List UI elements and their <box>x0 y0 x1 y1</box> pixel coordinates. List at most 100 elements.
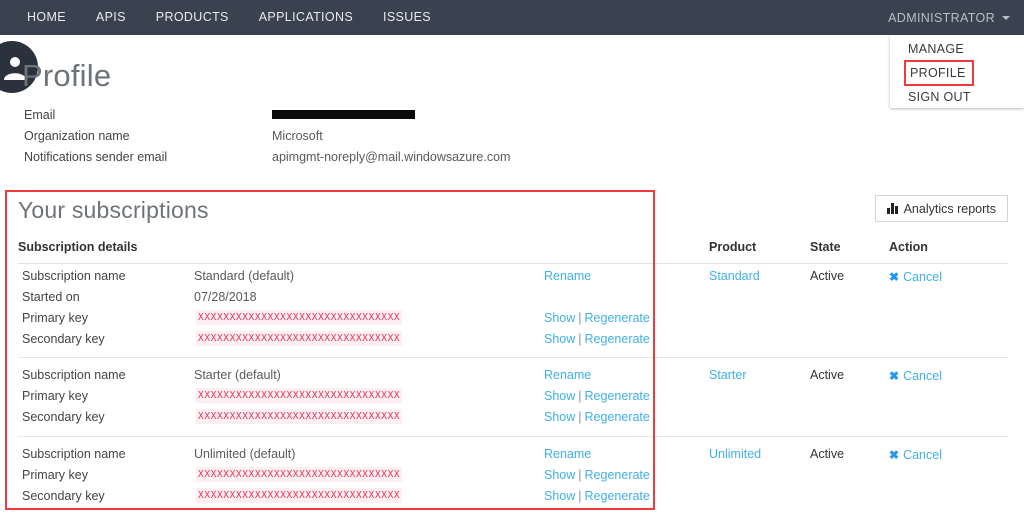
column-header-details: Subscription details <box>18 240 138 254</box>
label-subscription-name: Subscription name <box>22 368 126 382</box>
subscription-detail-line: Primary key XXXXXXXXXXXXXXXXXXXXXXXXXXXXX… <box>0 310 1024 332</box>
product-link[interactable]: Unlimited <box>709 447 761 461</box>
subscription-link-group: Show | Regenerate <box>544 311 650 325</box>
bar-chart-icon <box>887 203 898 214</box>
show-primary-key-link[interactable]: Show <box>544 389 575 403</box>
cancel-subscription-link[interactable]: ✖ Cancel <box>889 270 942 284</box>
subscription-detail-line: Subscription name Starter (default) Rename <box>0 368 1024 389</box>
redacted-email-bar <box>272 109 415 119</box>
value-secondary-key-masked: XXXXXXXXXXXXXXXXXXXXXXXXXXXXXXXX <box>196 409 403 424</box>
regenerate-primary-key-link[interactable]: Regenerate <box>585 389 650 403</box>
dropdown-item-manage[interactable]: MANAGE <box>890 38 1024 60</box>
subscriptions-table-header: Subscription details Product State Actio… <box>0 240 1024 262</box>
subscription-link-group: Show | Regenerate <box>544 389 650 403</box>
regenerate-secondary-key-link[interactable]: Regenerate <box>585 489 650 503</box>
row-divider <box>18 436 1008 437</box>
cancel-subscription-link[interactable]: ✖ Cancel <box>889 448 942 462</box>
profile-field-row: Email <box>24 104 724 125</box>
show-primary-key-link[interactable]: Show <box>544 311 575 325</box>
show-secondary-key-link[interactable]: Show <box>544 489 575 503</box>
chevron-down-icon <box>1002 15 1010 20</box>
close-x-icon: ✖ <box>889 270 900 284</box>
dropdown-item-sign-out-label: SIGN OUT <box>908 90 971 104</box>
label-started-on: Started on <box>22 290 80 304</box>
row-divider <box>18 357 1008 358</box>
link-separator: | <box>578 332 582 346</box>
close-x-icon: ✖ <box>889 448 900 462</box>
label-subscription-name: Subscription name <box>22 447 126 461</box>
column-header-state: State <box>810 240 841 254</box>
profile-field-row: Notifications sender email apimgmt-norepl… <box>24 146 724 167</box>
regenerate-primary-key-link[interactable]: Regenerate <box>585 311 650 325</box>
label-secondary-key: Secondary key <box>22 489 105 503</box>
label-primary-key: Primary key <box>22 468 88 482</box>
label-primary-key: Primary key <box>22 311 88 325</box>
show-secondary-key-link[interactable]: Show <box>544 410 575 424</box>
regenerate-primary-key-link[interactable]: Regenerate <box>585 468 650 482</box>
primary-nav-links: HOME APIS PRODUCTS APPLICATIONS ISSUES <box>12 0 446 35</box>
rename-link[interactable]: Rename <box>544 368 591 382</box>
dropdown-item-sign-out[interactable]: SIGN OUT <box>890 86 1024 108</box>
user-menu-label: ADMINISTRATOR <box>888 10 995 25</box>
cancel-subscription-link[interactable]: ✖ Cancel <box>889 369 942 383</box>
value-primary-key-masked: XXXXXXXXXXXXXXXXXXXXXXXXXXXXXXXX <box>196 310 403 325</box>
nav-issues[interactable]: ISSUES <box>368 0 446 35</box>
subscription-link-group: Show | Regenerate <box>544 332 650 346</box>
page-title: Profile <box>22 58 112 93</box>
column-header-action: Action <box>889 240 928 254</box>
cancel-label: Cancel <box>903 448 942 462</box>
value-subscription-name: Starter (default) <box>194 368 281 382</box>
subscription-detail-line: Secondary key XXXXXXXXXXXXXXXXXXXXXXXXXXX… <box>0 488 1024 510</box>
product-link[interactable]: Standard <box>709 269 760 283</box>
subscription-link-group: Show | Regenerate <box>544 489 650 503</box>
regenerate-secondary-key-link[interactable]: Regenerate <box>585 410 650 424</box>
subscription-detail-line: Primary key XXXXXXXXXXXXXXXXXXXXXXXXXXXXX… <box>0 467 1024 489</box>
rename-link[interactable]: Rename <box>544 447 591 461</box>
label-secondary-key: Secondary key <box>22 332 105 346</box>
link-separator: | <box>578 468 582 482</box>
subscription-link-group: Show | Regenerate <box>544 468 650 482</box>
value-secondary-key-masked: XXXXXXXXXXXXXXXXXXXXXXXXXXXXXXXX <box>196 488 403 503</box>
show-secondary-key-link[interactable]: Show <box>544 332 575 346</box>
link-separator: | <box>578 489 582 503</box>
state-value: Active <box>810 269 845 283</box>
dropdown-item-manage-label: MANAGE <box>908 42 964 56</box>
value-secondary-key-masked: XXXXXXXXXXXXXXXXXXXXXXXXXXXXXXXX <box>196 331 403 346</box>
profile-field-row: Organization name Microsoft <box>24 125 724 146</box>
subscriptions-heading: Your subscriptions <box>18 197 209 223</box>
profile-field-label: Email <box>24 107 56 122</box>
nav-products[interactable]: PRODUCTS <box>141 0 244 35</box>
analytics-reports-button[interactable]: Analytics reports <box>875 195 1008 222</box>
value-subscription-name: Unlimited (default) <box>194 447 296 461</box>
profile-field-label: Organization name <box>24 128 130 143</box>
product-link[interactable]: Starter <box>709 368 747 382</box>
column-header-product: Product <box>709 240 757 254</box>
user-menu-toggle[interactable]: ADMINISTRATOR <box>888 0 1010 35</box>
nav-applications[interactable]: APPLICATIONS <box>244 0 368 35</box>
subscription-detail-line: Started on 07/28/2018 <box>0 290 1024 311</box>
close-x-icon: ✖ <box>889 369 900 383</box>
regenerate-secondary-key-link[interactable]: Regenerate <box>585 332 650 346</box>
subscription-detail-line: Primary key XXXXXXXXXXXXXXXXXXXXXXXXXXXXX… <box>0 388 1024 410</box>
value-primary-key-masked: XXXXXXXXXXXXXXXXXXXXXXXXXXXXXXXX <box>196 467 403 482</box>
nav-home[interactable]: HOME <box>12 0 81 35</box>
subscription-detail-line: Subscription name Unlimited (default) Rena… <box>0 447 1024 468</box>
analytics-reports-label: Analytics reports <box>903 201 996 216</box>
rename-link[interactable]: Rename <box>544 269 591 283</box>
label-secondary-key: Secondary key <box>22 410 105 424</box>
cancel-label: Cancel <box>903 270 942 284</box>
subscription-detail-line: Secondary key XXXXXXXXXXXXXXXXXXXXXXXXXXX… <box>0 331 1024 353</box>
subscription-link-group: Show | Regenerate <box>544 410 650 424</box>
show-primary-key-link[interactable]: Show <box>544 468 575 482</box>
header-divider <box>18 263 1008 264</box>
dropdown-item-profile-label: PROFILE <box>910 66 966 80</box>
profile-field-value <box>272 108 415 122</box>
value-primary-key-masked: XXXXXXXXXXXXXXXXXXXXXXXXXXXXXXXX <box>196 388 403 403</box>
dropdown-item-profile[interactable]: PROFILE <box>904 60 974 86</box>
user-dropdown-menu: MANAGE PROFILE SIGN OUT <box>890 35 1024 108</box>
subscription-link-group: Rename <box>544 368 591 382</box>
profile-details-list: Email Organization name Microsoft Notificat… <box>24 104 724 167</box>
link-separator: | <box>578 311 582 325</box>
subscription-link-group: Rename <box>544 269 591 283</box>
nav-apis[interactable]: APIS <box>81 0 141 35</box>
